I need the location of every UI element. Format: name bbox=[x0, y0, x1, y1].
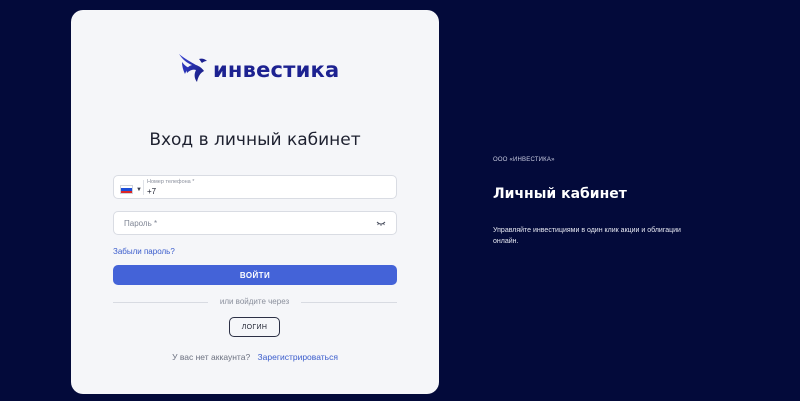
brand-logo: инвестика bbox=[177, 50, 339, 84]
phone-field-label: Номер телефона * bbox=[147, 179, 195, 185]
login-submit-button[interactable]: ВОЙТИ bbox=[113, 265, 397, 285]
chevron-down-icon: ▼ bbox=[136, 186, 142, 193]
phone-input[interactable]: +7 bbox=[147, 187, 156, 196]
divider-left bbox=[113, 302, 208, 303]
no-account-text: У вас нет аккаунта? bbox=[172, 352, 251, 362]
organization-name: ООО «ИНВЕСТИКА» bbox=[493, 157, 555, 163]
eagle-icon bbox=[179, 54, 207, 82]
password-field[interactable]: Пароль * bbox=[113, 211, 397, 235]
divider-right bbox=[301, 302, 397, 303]
eye-closed-icon[interactable] bbox=[376, 221, 386, 227]
country-select[interactable]: ▼ bbox=[120, 185, 142, 194]
login-page: инвестика Вход в личный кабинет ▼ Номер … bbox=[0, 0, 800, 401]
password-input[interactable]: Пароль * bbox=[124, 219, 157, 228]
info-title: Личный кабинет bbox=[493, 186, 627, 202]
brand-name: инвестика bbox=[213, 58, 340, 82]
russia-flag-icon bbox=[120, 185, 133, 194]
info-description: Управляйте инвестициями в один клик акци… bbox=[493, 227, 681, 245]
login-title: Вход в личный кабинет bbox=[149, 130, 361, 150]
register-row: У вас нет аккаунта? Зарегистрироваться bbox=[71, 352, 439, 362]
register-link[interactable]: Зарегистрироваться bbox=[258, 352, 338, 362]
forgot-password-link[interactable]: Забыли пароль? bbox=[113, 247, 175, 256]
phone-field[interactable]: ▼ Номер телефона * +7 bbox=[113, 175, 397, 199]
phone-field-divider bbox=[143, 180, 144, 195]
alt-login-button[interactable]: ЛОГИН bbox=[229, 317, 280, 337]
login-card: инвестика Вход в личный кабинет ▼ Номер … bbox=[71, 10, 439, 394]
divider-text: или войдите через bbox=[219, 297, 290, 306]
